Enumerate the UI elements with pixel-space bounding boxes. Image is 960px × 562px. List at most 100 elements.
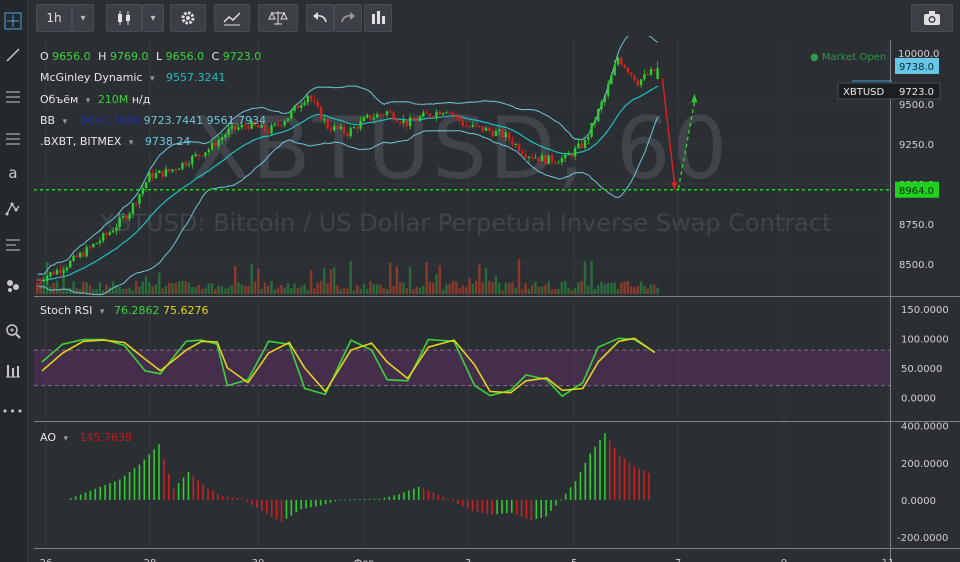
ao-bar[interactable] xyxy=(452,499,454,502)
candle-body[interactable] xyxy=(356,127,359,129)
candle-body[interactable] xyxy=(72,255,75,261)
ao-bar[interactable] xyxy=(373,498,376,500)
interval-dropdown[interactable]: ▾ xyxy=(72,4,94,32)
indicators-icon[interactable] xyxy=(214,4,250,32)
ao-bar[interactable] xyxy=(466,499,469,509)
ao-bar[interactable] xyxy=(442,497,444,500)
candle-body[interactable] xyxy=(422,112,425,117)
ao-bar[interactable] xyxy=(569,487,572,500)
ao-bar[interactable] xyxy=(501,499,503,514)
ao-bar[interactable] xyxy=(462,499,464,507)
stoch-legend[interactable]: Stoch RSI ▾ 76.2862 75.6276 xyxy=(40,304,208,319)
ao-bar[interactable] xyxy=(305,499,307,509)
ao-bar[interactable] xyxy=(589,453,591,500)
candle-body[interactable] xyxy=(385,111,389,115)
candle-body[interactable] xyxy=(501,129,504,138)
candle-body[interactable] xyxy=(164,169,168,177)
candle-body[interactable] xyxy=(95,243,98,245)
candle-body[interactable] xyxy=(415,119,418,121)
candle-body[interactable] xyxy=(567,154,570,156)
ao-bar[interactable] xyxy=(138,464,141,500)
candle-body[interactable] xyxy=(488,127,491,131)
ao-bar[interactable] xyxy=(417,486,420,500)
more-icon[interactable]: ••• xyxy=(0,398,26,424)
horizontal-lines-icon[interactable] xyxy=(0,126,26,152)
ao-bar[interactable] xyxy=(574,481,577,500)
candle-body[interactable] xyxy=(620,57,623,65)
candle-body[interactable] xyxy=(521,151,524,155)
candle-body[interactable] xyxy=(39,280,42,282)
candle-body[interactable] xyxy=(531,156,534,159)
ao-bar[interactable] xyxy=(153,449,155,500)
candle-body[interactable] xyxy=(118,217,121,228)
candle-body[interactable] xyxy=(207,149,210,153)
candle-body[interactable] xyxy=(105,233,108,235)
candle-body[interactable] xyxy=(587,136,590,140)
candle-body[interactable] xyxy=(125,215,128,219)
ao-bar[interactable] xyxy=(530,499,533,521)
candle-body[interactable] xyxy=(616,57,620,65)
ao-bar[interactable] xyxy=(560,499,562,501)
ao-bar[interactable] xyxy=(471,499,474,511)
ao-bar[interactable] xyxy=(604,433,606,500)
candle-body[interactable] xyxy=(412,117,415,120)
candle-body[interactable] xyxy=(550,155,554,162)
ao-bar[interactable] xyxy=(168,473,170,500)
candle-body[interactable] xyxy=(306,95,309,103)
ao-bar[interactable] xyxy=(270,499,273,517)
candle-body[interactable] xyxy=(557,162,560,164)
candle-body[interactable] xyxy=(474,125,478,127)
candle-body[interactable] xyxy=(597,109,600,121)
undo-icon[interactable] xyxy=(306,4,334,32)
ao-bar[interactable] xyxy=(378,498,381,500)
candle-body[interactable] xyxy=(326,119,329,129)
ao-bar[interactable] xyxy=(300,499,302,510)
candle-body[interactable] xyxy=(217,140,220,147)
candle-body[interactable] xyxy=(65,267,69,271)
candle-body[interactable] xyxy=(187,164,191,166)
candle-body[interactable] xyxy=(372,117,375,120)
candle-body[interactable] xyxy=(573,148,577,157)
bars-icon[interactable] xyxy=(364,4,392,32)
candle-body[interactable] xyxy=(382,114,385,116)
ao-bar[interactable] xyxy=(555,499,557,506)
chevron-down-icon[interactable]: ▾ xyxy=(86,96,91,106)
candle-body[interactable] xyxy=(55,269,59,275)
candle-body[interactable] xyxy=(177,168,181,170)
ao-bar[interactable] xyxy=(599,439,601,500)
candle-body[interactable] xyxy=(121,215,125,218)
gear-icon[interactable] xyxy=(170,4,206,32)
ao-bar[interactable] xyxy=(226,496,229,500)
candle-body[interactable] xyxy=(224,134,227,138)
ao-bar[interactable] xyxy=(119,479,121,500)
ao-bar[interactable] xyxy=(437,494,440,500)
ao-bar[interactable] xyxy=(280,499,283,523)
candle-body[interactable] xyxy=(131,203,135,214)
candle-body[interactable] xyxy=(88,247,92,249)
ao-bar[interactable] xyxy=(354,499,356,500)
candle-body[interactable] xyxy=(359,120,362,129)
ao-bar[interactable] xyxy=(368,498,371,500)
mcginley-legend[interactable]: McGinley Dynamic ▾ 9557.3241 xyxy=(40,71,225,86)
candle-body[interactable] xyxy=(392,112,395,121)
ao-bar[interactable] xyxy=(246,499,248,502)
ao-bar[interactable] xyxy=(128,472,131,500)
ao-bar[interactable] xyxy=(217,493,219,500)
ao-bar[interactable] xyxy=(295,499,297,513)
ao-bar[interactable] xyxy=(70,498,72,500)
candle-body[interactable] xyxy=(286,118,290,122)
ao-bar[interactable] xyxy=(623,459,626,500)
candle-body[interactable] xyxy=(590,122,593,137)
candle-body[interactable] xyxy=(362,117,366,121)
candle-body[interactable] xyxy=(174,169,177,171)
ao-bar[interactable] xyxy=(261,499,263,511)
ao-bar[interactable] xyxy=(221,496,224,500)
ao-bar[interactable] xyxy=(207,488,209,500)
candle-body[interactable] xyxy=(504,132,507,138)
pattern-icon[interactable] xyxy=(0,196,26,222)
candle-body[interactable] xyxy=(445,112,448,114)
ao-bar[interactable] xyxy=(79,494,82,500)
candle-body[interactable] xyxy=(154,172,158,179)
candle-body[interactable] xyxy=(151,172,154,179)
candle-body[interactable] xyxy=(570,154,573,157)
